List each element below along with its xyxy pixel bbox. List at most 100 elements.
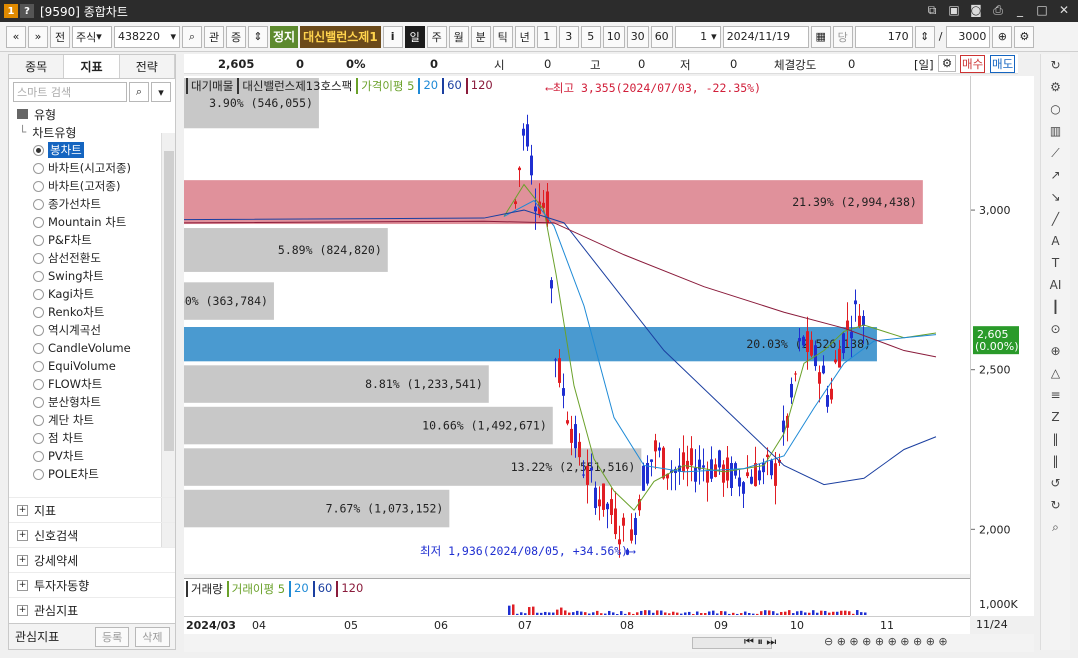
chevron-down-icon[interactable]: » — [28, 25, 48, 48]
stock-type-select[interactable]: 주식 ▾ — [72, 25, 112, 48]
period-monthly[interactable]: 월 — [448, 25, 469, 48]
zoom-icons[interactable]: ⊖ ⊕ ⊕ ⊕ ⊕ ⊕ ⊕ ⊕ ⊕ ⊕ — [824, 635, 948, 648]
chart-type-item[interactable]: Swing차트 — [9, 267, 175, 285]
radio-icon[interactable] — [33, 396, 44, 408]
radio-icon[interactable] — [33, 270, 44, 282]
double-left-icon[interactable]: « — [6, 25, 26, 48]
updown-icon[interactable]: ⇕ — [248, 25, 268, 48]
radio-icon[interactable] — [33, 432, 44, 444]
date-axis[interactable]: 2024/03 04 05 06 07 08 09 10 11 — [184, 616, 970, 634]
smart-search-input[interactable]: 스마트 검색 — [13, 82, 127, 102]
radio-icon[interactable] — [33, 378, 44, 390]
line-tool-icon[interactable]: ⟋ — [1041, 142, 1070, 164]
radio-icon[interactable] — [33, 414, 44, 426]
left-scrollbar[interactable] — [161, 133, 175, 547]
minimize-icon[interactable]: _ — [1012, 2, 1028, 18]
subsection-chart-type[interactable]: 차트유형 — [32, 124, 76, 141]
chart-icon[interactable]: ▥ — [1041, 120, 1070, 142]
date-input[interactable]: 2024/11/19 — [722, 25, 809, 48]
group-strength[interactable]: + 강세약세 — [9, 547, 175, 572]
bars2-icon[interactable]: ‖ — [1041, 450, 1070, 472]
radio-icon[interactable] — [33, 288, 44, 300]
tab-indicator[interactable]: 지표 — [64, 55, 120, 78]
chart-type-item[interactable]: PV차트 — [9, 447, 175, 465]
radio-icon[interactable] — [33, 198, 44, 210]
calendar-icon[interactable]: ▦ — [810, 25, 831, 48]
scroll-thumb[interactable] — [164, 151, 174, 451]
group-signal-search[interactable]: + 신호검색 — [9, 522, 175, 547]
link-icon[interactable]: ⧉ — [924, 2, 940, 18]
sell-button[interactable]: 매도 — [990, 55, 1016, 73]
group-indicator[interactable]: + 지표 — [9, 497, 175, 522]
print-icon[interactable]: ⎙ — [990, 2, 1006, 18]
expand-icon[interactable]: + — [17, 604, 28, 616]
help-badge[interactable]: ? — [20, 4, 34, 18]
legend-vol-ma5[interactable]: 거래이평 5 — [226, 581, 285, 597]
chart-type-item[interactable]: 바차트(시고저종) — [9, 159, 175, 177]
legend-vol-ma60[interactable]: 60 — [312, 581, 332, 597]
legend-ma5[interactable]: 가격이평 5 — [356, 78, 414, 94]
radio-icon[interactable] — [33, 162, 44, 174]
radio-icon[interactable] — [33, 144, 44, 156]
zoom-icon[interactable]: ⊕ — [1041, 340, 1070, 362]
legend-stock-name[interactable]: 대신밸런스제13호스팩 — [237, 78, 352, 94]
stock-code-input[interactable]: 438220 ▾ — [114, 25, 180, 48]
register-button[interactable]: 등록 — [95, 626, 130, 647]
delete-button[interactable]: 삭제 — [135, 626, 170, 647]
gear-icon[interactable]: ⚙ — [1014, 25, 1035, 48]
period-tick[interactable]: 틱 — [492, 25, 513, 48]
legend-vol-ma20[interactable]: 20 — [289, 581, 309, 597]
playback-icons[interactable]: ⏮ ⏸ ⏭ — [744, 635, 776, 649]
gear-icon[interactable]: ⚙ — [1041, 76, 1070, 98]
radio-icon[interactable] — [33, 342, 44, 354]
chevron-down-icon[interactable]: ▾ — [151, 82, 171, 102]
radio-icon[interactable] — [33, 306, 44, 318]
legend-ma120[interactable]: 120 — [465, 78, 493, 94]
group-investor[interactable]: + 투자자동향 — [9, 572, 175, 597]
period-minute[interactable]: 분 — [470, 25, 491, 48]
chart-type-item[interactable]: FLOW차트 — [9, 375, 175, 393]
radio-icon[interactable] — [33, 468, 44, 480]
price-chart-area[interactable]: 3.90% (546,055) 21.39% (2,994,438) 5.89% (… — [164, 76, 970, 574]
chart-type-item[interactable]: 분산형차트 — [9, 393, 175, 411]
spin-icon[interactable]: ⇕ — [914, 25, 935, 48]
jeon-button[interactable]: 전 — [50, 25, 70, 48]
chart-type-item[interactable]: 역시계곡선 — [9, 321, 175, 339]
info-button[interactable]: i — [382, 25, 403, 48]
tab-stock[interactable]: 종목 — [9, 55, 65, 78]
text-tool-icon[interactable]: T — [1041, 252, 1070, 274]
capture-icon[interactable]: ◙ — [968, 2, 984, 18]
radio-icon[interactable] — [33, 360, 44, 372]
interval-30[interactable]: 30 — [626, 25, 649, 48]
gear-icon[interactable]: ⚙ — [938, 55, 956, 72]
search-icon[interactable]: ⌕ — [182, 25, 202, 48]
interval-5[interactable]: 5 — [580, 25, 601, 48]
radio-icon[interactable] — [33, 216, 44, 228]
fibonacci-icon[interactable]: ≡ — [1041, 384, 1070, 406]
chart-type-item[interactable]: P&F차트 — [9, 231, 175, 249]
pattern-icon[interactable]: △ — [1041, 362, 1070, 384]
save-icon[interactable]: ▣ — [946, 2, 962, 18]
ai-icon[interactable]: AI — [1041, 274, 1070, 296]
search-icon[interactable]: ⌕ — [129, 82, 149, 102]
buy-button[interactable]: 매수 — [960, 55, 986, 73]
chart-type-item[interactable]: 봉차트 — [9, 141, 175, 159]
expand-icon[interactable]: + — [17, 554, 28, 566]
legend-vol-ma120[interactable]: 120 — [336, 581, 363, 597]
chart-type-item[interactable]: EquiVolume — [9, 357, 175, 375]
chevron-down-icon[interactable]: ▾ — [170, 30, 176, 43]
chart-type-item[interactable]: POLE차트 — [9, 465, 175, 483]
close-icon[interactable]: ✕ — [1056, 2, 1072, 18]
section-type[interactable]: 유형 — [34, 106, 56, 123]
tab-strategy[interactable]: 전략 — [119, 55, 175, 78]
radio-icon[interactable] — [33, 450, 44, 462]
chart-type-item[interactable]: 계단 차트 — [9, 411, 175, 429]
chart-type-item[interactable]: Kagi차트 — [9, 285, 175, 303]
refresh-icon[interactable]: ↻ — [1041, 54, 1070, 76]
interval-3[interactable]: 3 — [558, 25, 579, 48]
diagonal-tool-icon[interactable]: ╱ — [1041, 208, 1070, 230]
interval-10[interactable]: 10 — [602, 25, 625, 48]
candle-icon[interactable]: ┃ — [1041, 296, 1070, 318]
search-icon[interactable]: ⌕ — [1041, 516, 1070, 538]
period-year[interactable]: 년 — [514, 25, 535, 48]
